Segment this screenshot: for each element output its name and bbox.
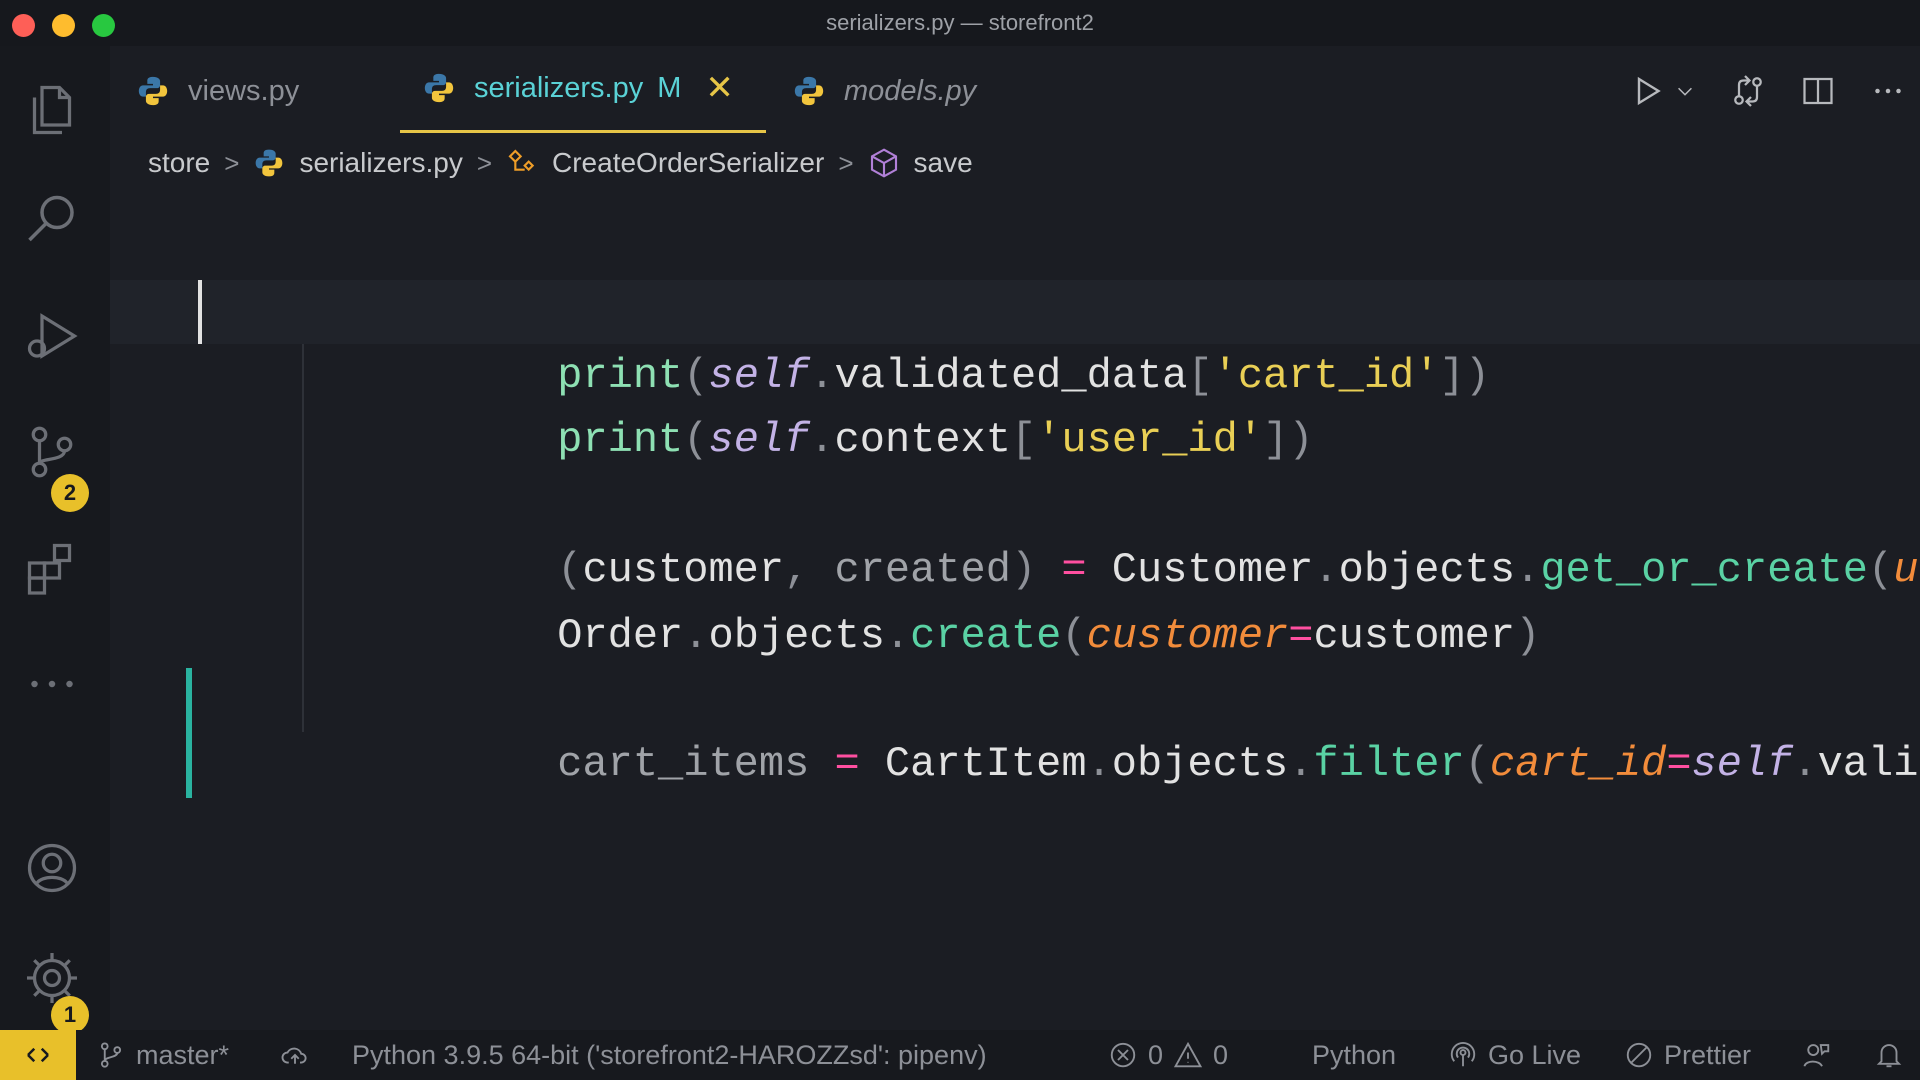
tab-label: views.py [188, 74, 300, 107]
tab-bar: views.py serializers.py M ✕ models.py [110, 46, 1920, 136]
more-button[interactable] [18, 650, 86, 718]
interpreter-label: Python 3.9.5 64-bit ('storefront2-HAROZZ… [352, 1039, 987, 1070]
python-file-icon [424, 73, 454, 103]
search-icon [28, 195, 74, 242]
python-file-icon [138, 76, 168, 106]
modified-indicator: M [657, 71, 682, 104]
problems-status[interactable]: 0 0 [1108, 1030, 1228, 1080]
title-bar: serializers.py — storefront2 [0, 0, 1920, 46]
python-interpreter-status[interactable]: Python 3.9.5 64-bit ('storefront2-HAROZZ… [352, 1030, 987, 1080]
go-live-button[interactable]: Go Live [1448, 1030, 1581, 1080]
prettier-disabled-icon [1626, 1042, 1652, 1068]
warning-count: 0 [1213, 1039, 1229, 1070]
code-line-1: def save(self, **kwargs): [110, 214, 1920, 334]
settings-badge: 1 [51, 996, 89, 1034]
go-live-label: Go Live [1488, 1039, 1582, 1070]
more-actions-icon[interactable] [1870, 73, 1906, 109]
compare-changes-icon[interactable] [1730, 73, 1766, 109]
editor-actions [1630, 46, 1920, 136]
error-count: 0 [1148, 1039, 1164, 1070]
minimize-window-button[interactable] [52, 14, 75, 37]
explorer-button[interactable] [18, 76, 86, 144]
run-debug-button[interactable] [18, 302, 86, 370]
code-line-6: Order.objects.create(customer=customer) [557, 612, 1541, 660]
code-editor[interactable]: def save(self, **kwargs): print(self.val… [110, 190, 1920, 1000]
prettier-label: Prettier [1664, 1039, 1752, 1070]
maximize-window-button[interactable] [92, 14, 115, 37]
close-window-button[interactable] [12, 14, 35, 37]
feedback-icon [1803, 1044, 1830, 1067]
method-cube-icon [870, 148, 897, 178]
extensions-icon [27, 543, 72, 595]
activity-bar: 2 1 [0, 46, 110, 1034]
more-icon [31, 680, 73, 688]
close-tab-icon[interactable]: ✕ [705, 68, 734, 108]
split-editor-icon[interactable] [1800, 73, 1836, 109]
run-debug-icon [27, 313, 78, 359]
account-icon [27, 843, 77, 893]
language-label: Python [1312, 1039, 1397, 1070]
window-title: serializers.py — storefront2 [826, 10, 1094, 35]
warning-icon [1173, 1041, 1203, 1068]
cloud-upload-icon [281, 1047, 307, 1064]
remote-icon [27, 1047, 49, 1063]
breadcrumb-folder[interactable]: store [148, 147, 210, 179]
tab-views-py[interactable]: views.py [136, 46, 299, 136]
broadcast-icon [1450, 1042, 1476, 1067]
tab-models-py[interactable]: models.py [792, 46, 976, 136]
class-icon [508, 149, 535, 172]
error-icon [1110, 1042, 1136, 1068]
code-line-3: print(self.context['user_id']) [557, 416, 1314, 464]
prettier-status[interactable]: Prettier [1624, 1030, 1751, 1080]
window-controls [12, 14, 115, 37]
files-icon [32, 85, 72, 135]
breadcrumb-separator: > [224, 147, 240, 178]
extensions-button[interactable] [18, 534, 86, 602]
code-line-2: print(self.validated_data['cart_id']) [110, 280, 1920, 400]
feedback-button[interactable] [1802, 1030, 1832, 1080]
sync-status[interactable] [280, 1030, 310, 1080]
run-icon[interactable] [1630, 73, 1666, 109]
branch-name: master* [136, 1039, 230, 1070]
tab-label: models.py [844, 74, 977, 107]
breadcrumb-file[interactable]: serializers.py [299, 147, 462, 179]
python-file-icon [794, 76, 824, 106]
git-branch-icon [100, 1042, 122, 1068]
breadcrumb: store > serializers.py > CreateOrderSeri… [148, 138, 973, 188]
code-line-8: cart_items = CartItem.objects.filter(car… [557, 740, 1920, 788]
breadcrumb-separator: > [476, 147, 493, 178]
branch-status[interactable]: master* [96, 1030, 229, 1080]
source-control-icon [31, 426, 73, 478]
status-bar: master* Python 3.9.5 64-bit ('storefront… [0, 1030, 1920, 1080]
accounts-button[interactable] [18, 834, 86, 902]
source-control-badge: 2 [51, 474, 89, 512]
python-file-icon [256, 149, 283, 177]
breadcrumb-separator: > [838, 147, 854, 178]
search-button[interactable] [18, 186, 86, 254]
code-line-5: (customer, created) = Customer.objects.g… [557, 546, 1920, 594]
breadcrumb-class[interactable]: CreateOrderSerializer [552, 147, 824, 179]
language-mode-status[interactable]: Python [1312, 1030, 1396, 1080]
text-cursor [198, 280, 202, 344]
tab-serializers-py[interactable]: serializers.py M ✕ [400, 46, 766, 133]
remote-indicator-button[interactable] [0, 1030, 76, 1080]
tab-label: serializers.py [474, 71, 644, 104]
bell-icon [1876, 1044, 1902, 1068]
breadcrumb-method[interactable]: save [914, 147, 973, 179]
notifications-button[interactable] [1874, 1030, 1904, 1080]
chevron-down-icon[interactable] [1674, 80, 1696, 102]
